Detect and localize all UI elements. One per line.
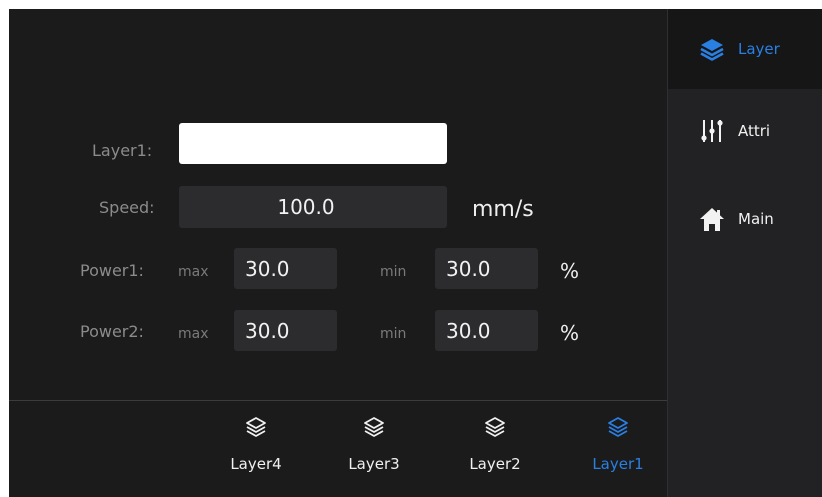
sidebar-item-layer-label: Layer	[738, 40, 780, 58]
power2-label: Power2:	[80, 322, 144, 341]
sidebar-item-main[interactable]: Main	[668, 179, 822, 259]
power1-percent-unit: %	[560, 259, 580, 283]
layers-icon	[608, 417, 628, 437]
power2-max-input[interactable]: 30.0	[234, 310, 337, 351]
home-icon	[700, 208, 724, 231]
sidebar-item-layer[interactable]: Layer	[668, 9, 822, 89]
power1-max-label: max	[178, 264, 209, 280]
layer-name-input[interactable]	[179, 123, 447, 164]
power1-min-value: 30.0	[446, 256, 491, 281]
layer-tab-bar: Layer4 Layer3 Layer2 Layer1	[9, 401, 667, 497]
tab-layer3[interactable]: Layer3	[334, 415, 414, 473]
app-window: Layer1: Speed: 100.0 mm/s Power1: max 30…	[9, 9, 822, 497]
speed-unit: mm/s	[472, 197, 534, 222]
layers-icon	[246, 417, 266, 437]
layers-icon	[364, 417, 384, 437]
power2-min-input[interactable]: 30.0	[435, 310, 538, 351]
power2-max-value: 30.0	[245, 318, 290, 343]
sidebar: Layer Attri Main	[667, 9, 822, 497]
power2-min-value: 30.0	[446, 318, 491, 343]
tab-layer2[interactable]: Layer2	[455, 415, 535, 473]
power1-max-value: 30.0	[245, 256, 290, 281]
tab-layer1-label: Layer1	[592, 455, 644, 473]
layer-settings-panel: Layer1: Speed: 100.0 mm/s Power1: max 30…	[9, 9, 667, 497]
tab-layer4[interactable]: Layer4	[216, 415, 296, 473]
tab-layer2-label: Layer2	[469, 455, 521, 473]
power1-label: Power1:	[80, 261, 144, 280]
sidebar-item-attri-label: Attri	[738, 122, 771, 140]
sidebar-item-main-label: Main	[738, 210, 774, 228]
power2-min-label: min	[380, 326, 407, 342]
layer-name-label: Layer1:	[92, 141, 153, 160]
sidebar-item-attri[interactable]: Attri	[668, 91, 822, 171]
power1-min-input[interactable]: 30.0	[435, 248, 538, 289]
power2-max-label: max	[178, 326, 209, 342]
power1-min-label: min	[380, 264, 407, 280]
layers-icon	[485, 417, 505, 437]
tab-layer1[interactable]: Layer1	[578, 415, 658, 473]
tab-layer4-label: Layer4	[230, 455, 282, 473]
power2-percent-unit: %	[560, 321, 580, 345]
sliders-icon	[701, 120, 723, 142]
tab-layer3-label: Layer3	[348, 455, 400, 473]
power1-max-input[interactable]: 30.0	[234, 248, 337, 289]
layers-icon	[700, 39, 724, 61]
speed-label: Speed:	[99, 198, 155, 217]
speed-value: 100.0	[277, 195, 335, 219]
speed-input[interactable]: 100.0	[179, 186, 447, 228]
